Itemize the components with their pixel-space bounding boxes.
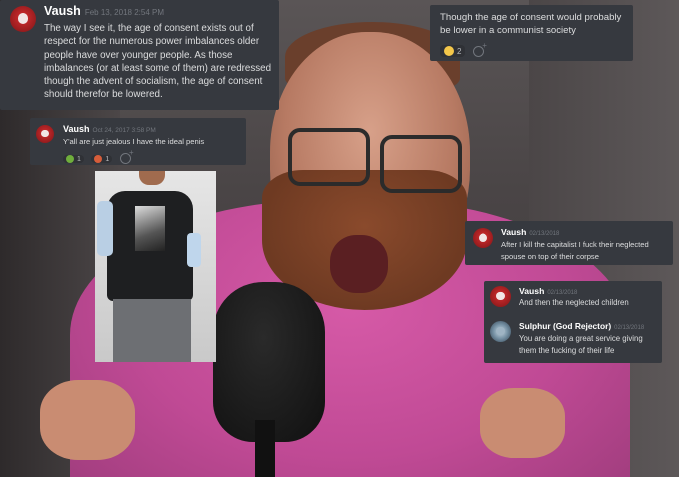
message-header: Vaush 02/13/2018 [501,227,559,237]
timestamp: Feb 13, 2018 2:54 PM [84,8,164,17]
timestamp: 02/13/2018 [529,231,560,237]
left-fist [40,380,135,460]
message-card-consent: Vaush Feb 13, 2018 2:54 PM The way I see … [0,0,279,110]
message-text: Though the age of consent would probably… [440,12,622,36]
username[interactable]: Sulphur (God Rejector) [519,321,611,331]
message-text: You are doing a great service giving the… [519,334,643,355]
message-header: Vaush 02/13/2018 [519,286,577,296]
grimace-emoji-icon [444,46,454,56]
photo-shirt-print [135,206,165,251]
username[interactable]: Vaush [63,124,90,134]
message-text: Y'all are just jealous I have the ideal … [63,137,205,146]
message-text: The way I see it, the age of consent exi… [44,23,272,101]
message-text: After I kill the capitalist I fuck their… [501,240,649,261]
username[interactable]: Vaush [501,227,526,237]
message-card-penis: Vaush Oct 24, 2017 3:58 PM Y'all are just… [30,118,246,165]
reactions-bar: 1 1 [63,148,134,168]
microphone [213,282,325,442]
message-header: Vaush Oct 24, 2017 3:58 PM [63,124,156,134]
reaction-count: 2 [457,46,462,56]
timestamp: Oct 24, 2017 3:58 PM [92,127,156,134]
microphone-stand [255,420,275,477]
popcorn-emoji-icon [94,155,103,163]
add-reaction-icon[interactable] [119,148,134,165]
attached-photo[interactable] [95,171,216,362]
avatar[interactable] [490,286,511,307]
photo-water-bottle-small [187,233,201,267]
glasses-right-lens [380,135,462,193]
reaction-count: 1 [77,155,81,163]
message-header: Vaush Feb 13, 2018 2:54 PM [44,4,164,18]
photo-person-head [139,171,165,185]
add-reaction-icon[interactable] [472,41,487,58]
avatar[interactable] [36,125,54,143]
message-card-thread: Vaush 02/13/2018 And then the neglected c… [484,281,662,363]
reaction-pickle[interactable]: 1 [63,155,84,163]
person-mouth [330,235,388,293]
message-card-capitalist: Vaush 02/13/2018 After I kill the capital… [465,221,673,265]
reaction-count: 1 [105,155,110,163]
avatar[interactable] [473,228,493,248]
photo-jeans [113,299,191,362]
right-fist [480,388,565,458]
reaction-grimace[interactable]: 2 [440,45,466,57]
username[interactable]: Vaush [519,286,544,296]
reaction-popcorn[interactable]: 1 [91,155,113,163]
timestamp: 02/13/2018 [614,325,645,331]
avatar[interactable] [10,6,36,32]
reactions-bar: 2 [440,41,487,61]
message-text: And then the neglected children [519,298,629,307]
avatar-sulphur[interactable] [490,321,511,342]
username[interactable]: Vaush [44,4,81,18]
message-header: Sulphur (God Rejector) 02/13/2018 [519,321,644,331]
glasses-left-lens [288,128,370,186]
message-card-communist: Though the age of consent would probably… [430,5,633,61]
photo-water-bottle [97,201,113,256]
timestamp: 02/13/2018 [547,290,578,296]
pickle-emoji-icon [66,155,74,163]
